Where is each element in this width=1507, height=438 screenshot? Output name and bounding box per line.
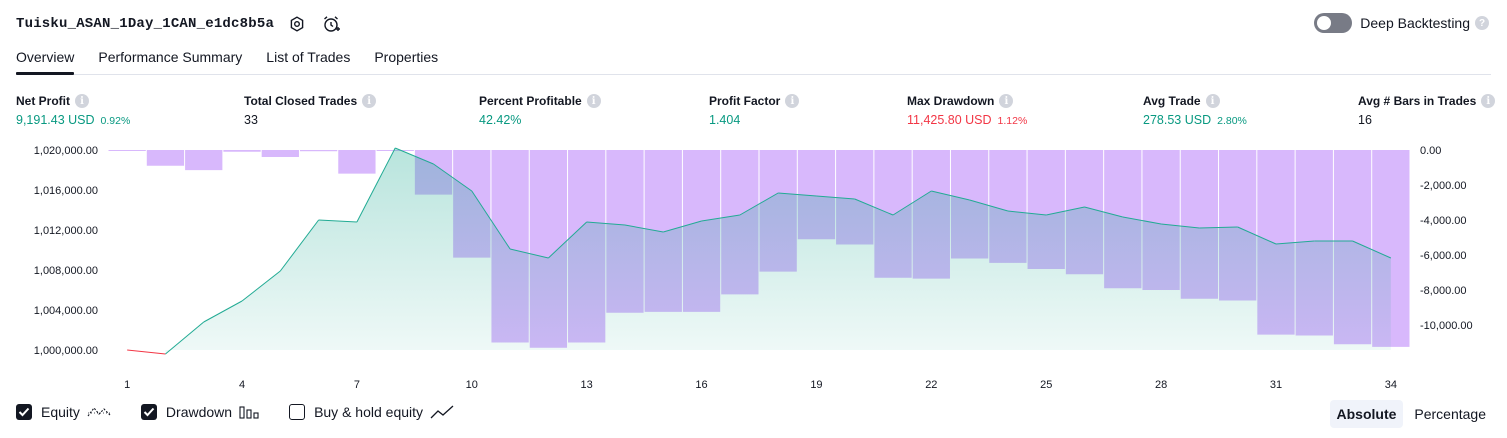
y-left-tick-label: 1,004,000.00: [34, 305, 98, 317]
scale-mode-switch: Absolute Percentage: [1326, 400, 1494, 428]
stat-label: Avg Trade: [1143, 94, 1201, 108]
x-tick-label: 10: [466, 379, 478, 391]
y-right-tick-label: -6,000.00: [1420, 250, 1466, 262]
equity-checkbox[interactable]: [16, 404, 32, 420]
tab-properties[interactable]: Properties: [374, 44, 438, 74]
drawdown-bar: [338, 150, 376, 174]
stat-value: 42.42%: [479, 113, 522, 127]
x-tick-label: 16: [695, 379, 707, 391]
legend-equity[interactable]: Equity: [16, 404, 111, 420]
legend-drawdown[interactable]: Drawdown: [140, 404, 259, 420]
y-left-tick-label: 1,000,000.00: [34, 345, 98, 357]
x-tick-label: 22: [925, 379, 937, 391]
y-right-tick-label: -2,000.00: [1420, 180, 1466, 192]
legend-label: Equity: [41, 404, 80, 420]
info-icon[interactable]: i: [1205, 94, 1220, 108]
info-icon[interactable]: i: [1481, 94, 1496, 108]
tab-overview[interactable]: Overview: [16, 44, 75, 75]
stat-avg-bars: Avg # Bars in Trades i 16: [1358, 94, 1496, 127]
legend-label: Buy & hold equity: [314, 404, 424, 420]
stat-percent: 0.92%: [100, 115, 131, 127]
stat-percent: 2.80%: [1217, 115, 1247, 127]
tab-list-of-trades[interactable]: List of Trades: [266, 44, 350, 74]
info-icon[interactable]: i: [999, 94, 1014, 108]
y-right-tick-label: -10,000.00: [1420, 320, 1473, 332]
stat-profit-factor: Profit Factor i 1.404: [709, 94, 800, 127]
buy-hold-line-icon: [430, 404, 454, 420]
drawdown-checkbox[interactable]: [140, 404, 157, 420]
tab-performance-summary[interactable]: Performance Summary: [98, 44, 242, 74]
stat-label: Total Closed Trades: [244, 94, 358, 108]
x-tick-label: 28: [1155, 379, 1167, 391]
deep-backtesting-label: Deep Backtesting: [1360, 15, 1470, 31]
stat-value: 33: [244, 113, 258, 127]
stat-total-closed-trades: Total Closed Trades i 33: [244, 94, 377, 127]
stat-net-profit: Net Profit i 9,191.43 USD 0.92%: [16, 94, 130, 127]
tab-bar: Overview Performance Summary List of Tra…: [16, 44, 1491, 75]
settings-icon[interactable]: [286, 13, 308, 35]
absolute-button[interactable]: Absolute: [1329, 400, 1404, 428]
stat-label: Percent Profitable: [479, 94, 582, 108]
stat-value: 278.53 USD: [1143, 113, 1212, 127]
drawdown-bar: [108, 150, 146, 151]
y-left-tick-label: 1,020,000.00: [34, 145, 98, 157]
stat-max-drawdown: Max Drawdown i 11,425.80 USD 1.12%: [907, 94, 1027, 127]
drawdown-bar: [185, 150, 223, 171]
stat-label: Max Drawdown: [907, 94, 995, 108]
help-icon[interactable]: ?: [1475, 16, 1489, 30]
buy-hold-checkbox[interactable]: [289, 404, 306, 420]
equity-drawdown-chart[interactable]: 1,020,000.00 1,016,000.00 1,012,000.00 1,00…: [0, 140, 1507, 400]
legend-buy-hold-equity[interactable]: Buy & hold equity: [289, 404, 454, 420]
stat-label: Avg # Bars in Trades: [1358, 94, 1477, 108]
chart-legend: Equity Drawdown Buy & hold equity: [16, 404, 484, 420]
info-icon[interactable]: i: [75, 94, 89, 108]
info-icon[interactable]: i: [362, 94, 377, 108]
drawdown-bar: [261, 150, 299, 157]
y-left-tick-label: 1,008,000.00: [34, 265, 98, 277]
deep-backtesting-toggle[interactable]: [1314, 13, 1353, 33]
deep-backtesting: Deep Backtesting ?: [1314, 13, 1489, 33]
stat-value: 9,191.43 USD: [16, 113, 95, 127]
x-tick-label: 13: [581, 379, 593, 391]
equity-line-icon: [87, 404, 111, 420]
drawdown-bars-icon: [239, 404, 259, 420]
x-tick-label: 7: [354, 379, 360, 391]
x-tick-label: 4: [239, 379, 245, 391]
stat-label: Profit Factor: [709, 94, 781, 108]
stat-label: Net Profit: [16, 94, 70, 108]
stat-avg-trade: Avg Trade i 278.53 USD 2.80%: [1143, 94, 1247, 127]
x-tick-label: 34: [1385, 379, 1397, 391]
legend-label: Drawdown: [165, 404, 233, 420]
stat-value: 1.404: [709, 113, 741, 127]
stat-percent: 1.12%: [997, 115, 1028, 127]
y-right-tick-label: -8,000.00: [1420, 285, 1466, 297]
percentage-button[interactable]: Percentage: [1407, 400, 1493, 428]
info-icon[interactable]: i: [785, 94, 800, 108]
stat-value: 16: [1358, 113, 1372, 127]
x-tick-label: 25: [1040, 379, 1052, 391]
strategy-header: Tuisku_ASAN_1Day_1CAN_e1dc8b5a: [16, 12, 342, 36]
stat-percent-profitable: Percent Profitable i 42.42%: [479, 94, 601, 127]
y-left-tick-label: 1,016,000.00: [34, 185, 98, 197]
x-tick-label: 19: [810, 379, 822, 391]
stat-value: 11,425.80 USD: [907, 113, 992, 127]
equity-line-segment: [127, 349, 166, 355]
y-right-tick-label: -4,000.00: [1420, 215, 1466, 227]
drawdown-bar: [299, 150, 338, 152]
x-tick-label: 1: [124, 379, 130, 391]
y-right-tick-label: 0.00: [1420, 145, 1441, 157]
drawdown-bar: [223, 150, 261, 152]
info-icon[interactable]: i: [586, 94, 601, 108]
y-left-tick-label: 1,012,000.00: [34, 225, 98, 237]
strategy-title: Tuisku_ASAN_1Day_1CAN_e1dc8b5a: [16, 16, 275, 32]
drawdown-bar: [146, 150, 185, 166]
x-tick-label: 31: [1270, 379, 1282, 391]
add-alert-icon[interactable]: [320, 13, 342, 35]
